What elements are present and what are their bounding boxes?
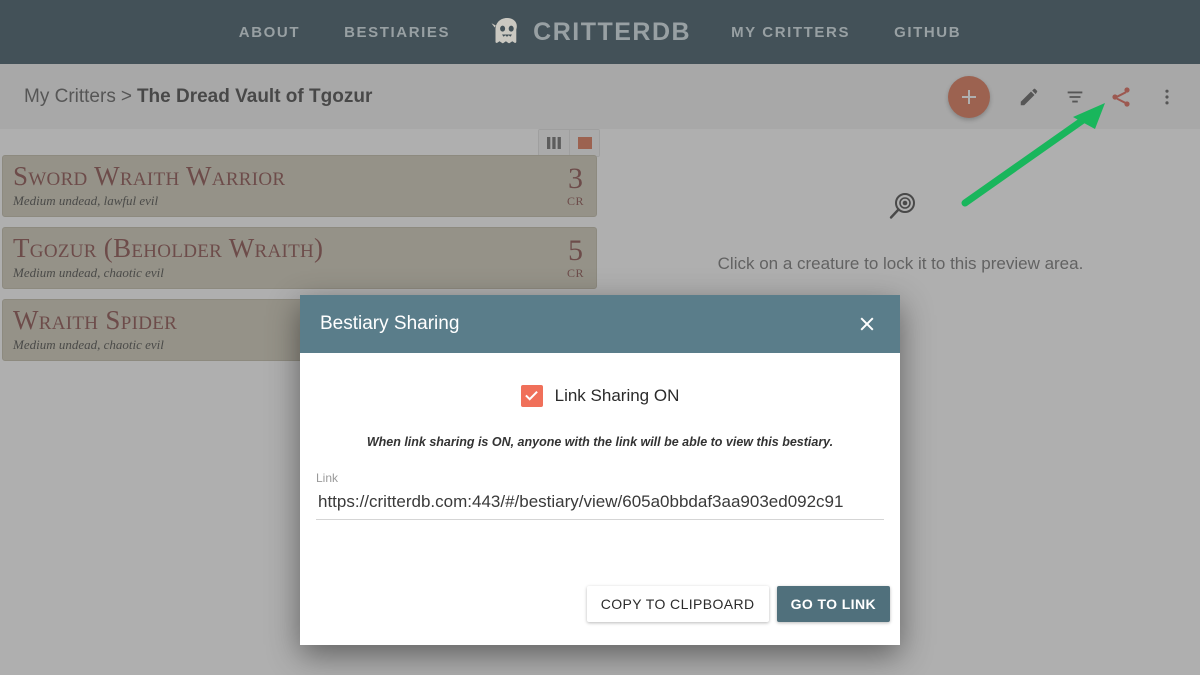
link-sharing-toggle-row: Link Sharing ON <box>314 385 886 407</box>
app-root: About Bestiaries CritterDB My Critters G… <box>0 0 1200 675</box>
dialog-header: Bestiary Sharing <box>300 295 900 353</box>
check-icon <box>525 391 538 401</box>
link-sharing-label: Link Sharing ON <box>554 386 680 405</box>
copy-to-clipboard-button[interactable]: COPY TO CLIPBOARD <box>586 586 769 622</box>
link-sharing-checkbox[interactable] <box>520 385 543 407</box>
bestiary-sharing-dialog: Bestiary Sharing Link Sharing ON When li… <box>300 295 900 645</box>
dialog-footer: COPY TO CLIPBOARD GO TO LINK <box>300 573 900 645</box>
link-sharing-helper-text: When link sharing is ON, anyone with the… <box>366 435 834 449</box>
link-field-group: Link <box>314 471 886 520</box>
dialog-body: Link Sharing ON When link sharing is ON,… <box>300 353 900 573</box>
modal-overlay-nav <box>0 0 1200 64</box>
close-icon[interactable] <box>854 311 880 337</box>
dialog-title: Bestiary Sharing <box>320 313 460 334</box>
link-field-label: Link <box>316 471 339 485</box>
go-to-link-button[interactable]: GO TO LINK <box>776 586 890 622</box>
link-input[interactable] <box>316 489 884 520</box>
